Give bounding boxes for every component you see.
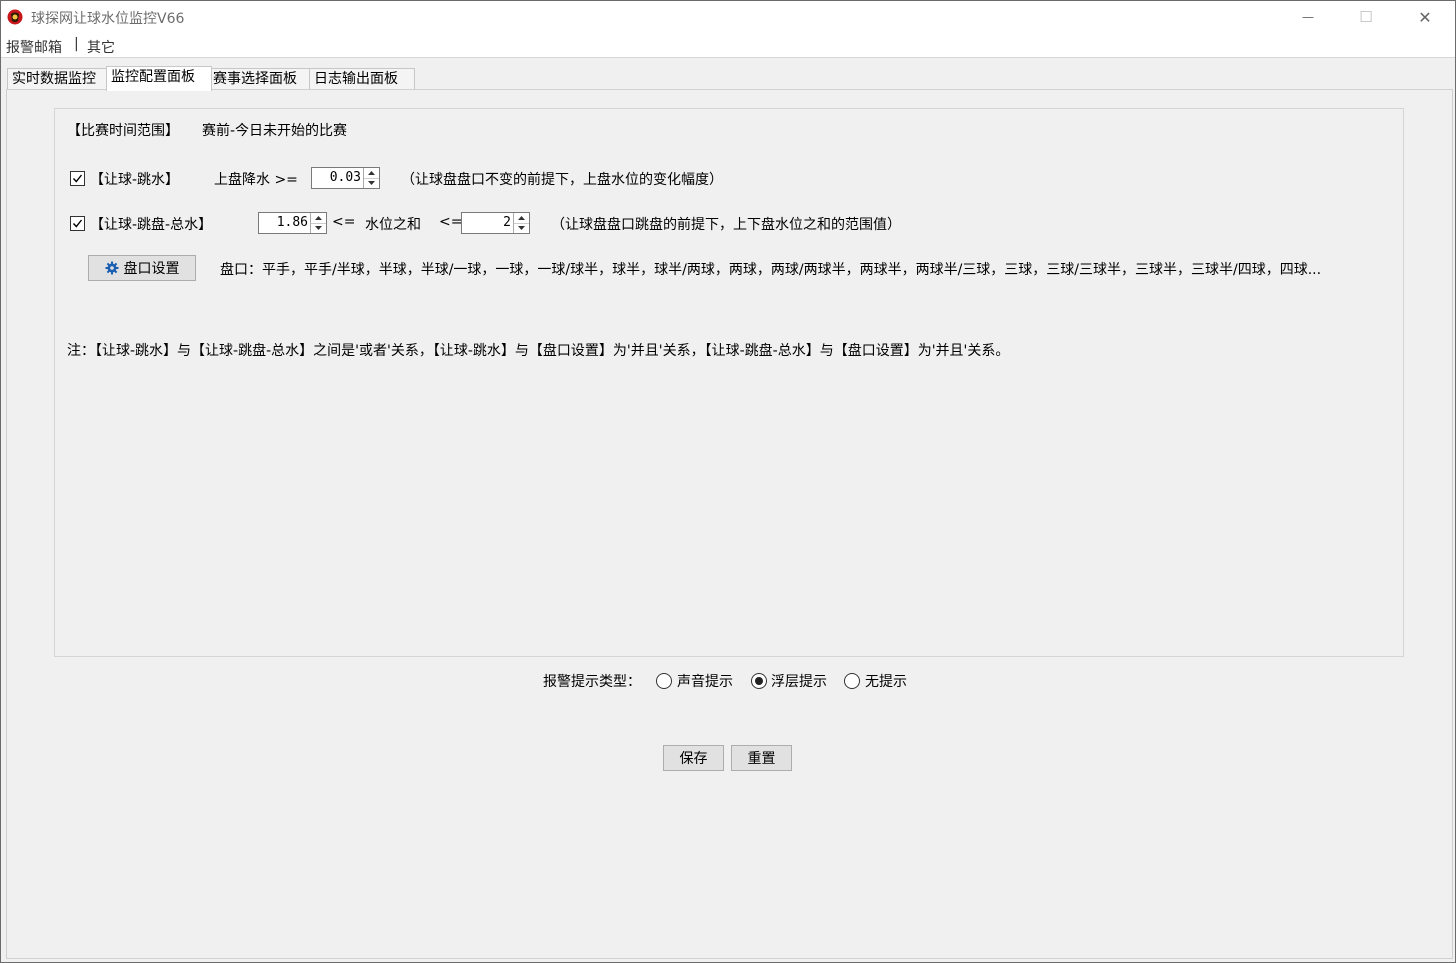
maximize-button[interactable]: ☐ [1343,1,1389,33]
stepper-arrows [310,213,326,233]
radio-selected-dot [755,677,763,685]
alert-overlay-radio[interactable] [751,673,767,689]
rule2-note: （让球盘盘口跳盘的前提下，上下盘水位之和的范围值） [551,217,901,233]
menu-bar: 报警邮箱 | 其它 [1,33,1455,58]
arrow-down-icon [518,226,525,230]
tab-log-output[interactable]: 日志输出面板 [309,68,415,90]
menu-alert-email[interactable]: 报警邮箱 [6,37,62,57]
rule1-value: 0.03 [329,170,361,185]
rule1-label: 【让球-跳水】 [90,172,180,188]
alert-sound-radio[interactable] [656,673,672,689]
arrow-up-icon [315,216,322,220]
alert-none-radio[interactable] [844,673,860,689]
maximize-icon: ☐ [1359,8,1373,26]
arrow-up-icon [368,171,375,175]
relationship-note: 注：【让球-跳水】与【让球-跳盘-总水】之间是'或者'关系，【让球-跳水】与【盘… [67,343,1010,359]
pankou-list: 盘口：平手，平手/半球，半球，半球/一球，一球，一球/球半，球半，球半/两球，两… [220,262,1322,278]
check-icon [72,219,83,228]
check-icon [72,174,83,183]
save-button[interactable]: 保存 [663,745,724,771]
rule2-max-value: 2 [503,215,511,230]
rule2-max-stepper[interactable]: 2 [461,212,530,234]
time-range-value: 赛前-今日未开始的比赛 [202,123,348,139]
app-logo-icon [7,9,23,25]
rule1-field-label: 上盘降水 >= [214,172,298,188]
alert-sound-label[interactable]: 声音提示 [677,671,733,691]
tab-monitor-config[interactable]: 监控配置面板 [106,66,212,91]
menu-separator: | [74,36,79,52]
pankou-settings-button[interactable]: 盘口设置 [88,255,196,281]
rule2-label: 【让球-跳盘-总水】 [90,217,213,233]
rule2-operator-2: <= [439,214,463,230]
stepper-arrows [363,168,379,188]
gear-icon [105,261,118,275]
close-button[interactable]: ✕ [1402,1,1448,33]
stepper-down-button[interactable] [364,178,379,188]
title-bar: 球探网让球水位监控V66 — ☐ ✕ [1,1,1455,33]
reset-button[interactable]: 重置 [731,745,792,771]
rule2-checkbox[interactable] [70,216,85,231]
arrow-down-icon [368,181,375,185]
stepper-down-button[interactable] [311,223,326,233]
pankou-settings-label: 盘口设置 [123,261,180,277]
rule1-value-stepper[interactable]: 0.03 [311,167,380,189]
rule1-checkbox[interactable] [70,171,85,186]
stepper-down-button[interactable] [514,223,529,233]
rule2-operator-1: <= [332,214,356,230]
tab-realtime-monitor[interactable]: 实时数据监控 [7,68,111,90]
rule1-note: （让球盘盘口不变的前提下，上盘水位的变化幅度） [401,172,723,188]
config-panel: 【比赛时间范围】 赛前-今日未开始的比赛 【让球-跳水】 上盘降水 >= 0.0… [54,108,1404,657]
rule2-min-value: 1.86 [276,215,308,230]
rule2-min-stepper[interactable]: 1.86 [258,212,327,234]
minimize-button[interactable]: — [1285,1,1331,33]
save-button-label: 保存 [679,751,708,767]
app-window: 球探网让球水位监控V66 — ☐ ✕ 报警邮箱 | 其它 实时数据监控 监控配置… [0,0,1456,963]
reset-button-label: 重置 [747,751,776,767]
tab-match-select[interactable]: 赛事选择面板 [208,68,314,90]
alert-overlay-label[interactable]: 浮层提示 [771,671,827,691]
stepper-arrows [513,213,529,233]
arrow-up-icon [518,216,525,220]
close-icon: ✕ [1418,7,1432,27]
rule2-middle-label: 水位之和 [365,217,421,233]
window-title: 球探网让球水位监控V66 [31,11,185,27]
time-range-label: 【比赛时间范围】 [67,123,179,139]
menu-other[interactable]: 其它 [87,37,115,57]
alert-type-label: 报警提示类型： [543,674,641,690]
alert-none-label[interactable]: 无提示 [865,671,907,691]
minimize-icon: — [1302,10,1314,24]
arrow-down-icon [315,226,322,230]
